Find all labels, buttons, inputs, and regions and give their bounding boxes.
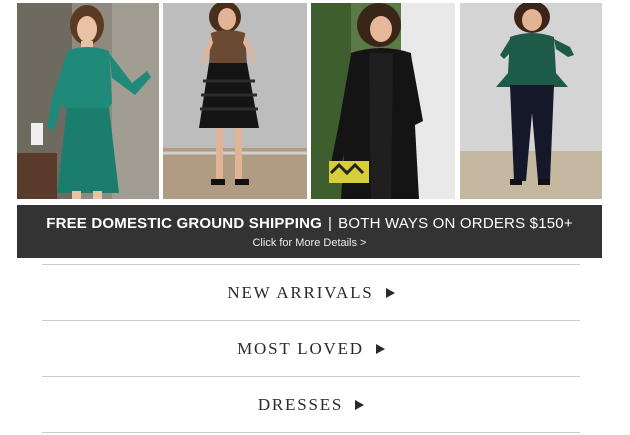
product-photo-black-tiered-dress[interactable]	[163, 3, 307, 199]
nav-item-label: MOST LOVED	[237, 338, 364, 358]
product-photo-teal-lace-dress[interactable]	[17, 3, 159, 199]
nav-item-new-arrivals[interactable]: NEW ARRIVALS	[42, 265, 580, 320]
nav-item-dresses[interactable]: DRESSES	[42, 377, 580, 432]
banner-headline-rest: BOTH WAYS ON ORDERS $150+	[338, 215, 573, 232]
banner-headline-bold: FREE DOMESTIC GROUND SHIPPING	[46, 215, 323, 232]
banner-headline: FREE DOMESTIC GROUND SHIPPING | BOTH WAYS …	[17, 215, 602, 232]
category-nav: NEW ARRIVALS MOST LOVED DRESSES	[42, 264, 580, 433]
play-arrow-icon	[355, 399, 365, 410]
product-photo-strip	[17, 3, 602, 199]
play-arrow-icon	[375, 343, 385, 354]
banner-details-link[interactable]: Click for More Details >	[17, 237, 602, 249]
nav-item-most-loved[interactable]: MOST LOVED	[42, 321, 580, 376]
nav-item-label: NEW ARRIVALS	[227, 282, 374, 302]
banner-separator: |	[328, 215, 333, 232]
product-photo-green-peplum-top[interactable]	[460, 3, 602, 199]
product-photo-black-lace-cardigan[interactable]	[311, 3, 455, 199]
free-shipping-banner[interactable]: FREE DOMESTIC GROUND SHIPPING | BOTH WAYS …	[17, 205, 602, 258]
nav-item-label: DRESSES	[257, 394, 344, 414]
nav-divider	[42, 432, 580, 433]
play-arrow-icon	[385, 287, 395, 298]
